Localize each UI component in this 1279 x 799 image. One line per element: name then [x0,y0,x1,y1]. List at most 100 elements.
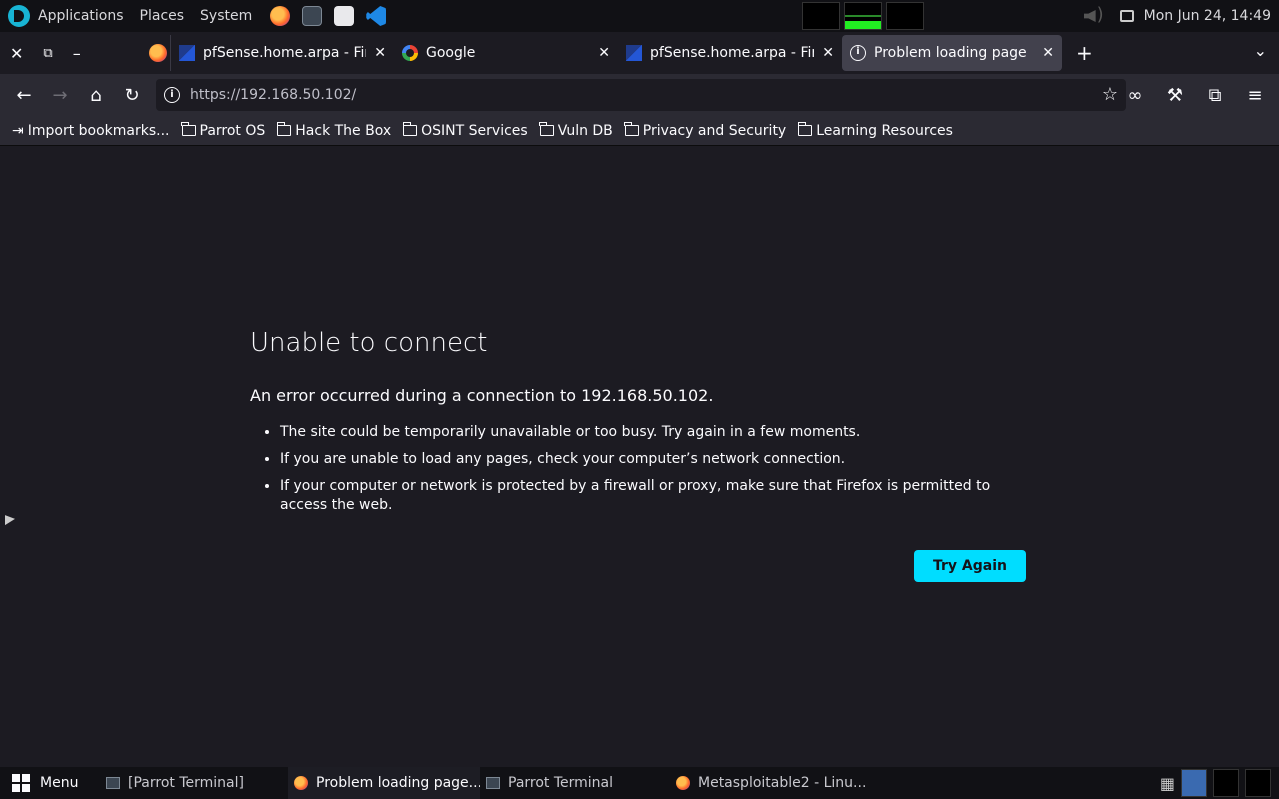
private-mask-icon[interactable]: ∞ [1117,79,1153,111]
terminal-icon [486,777,500,789]
minimize-window-icon[interactable]: – [73,44,81,63]
start-menu-button[interactable]: Menu [0,774,100,792]
close-tab-icon[interactable]: ✕ [1042,45,1054,61]
tab-bar: ✕ ⧉ – pfSense.home.arpa - Firef ✕ Google… [0,32,1279,74]
folder-icon [276,122,292,136]
app-menu-icon[interactable]: ≡ [1237,79,1273,111]
forward-button[interactable]: → [42,79,78,111]
taskbar-item-metasploitable[interactable]: Metasploitable2 - Linu... [670,767,870,799]
display-icon[interactable] [1119,10,1134,22]
folder-icon [624,122,639,136]
bookmark-folder-parrot-os[interactable]: Parrot OS [181,122,266,139]
home-button[interactable]: ⌂ [78,79,114,111]
mouse-cursor-icon [5,515,15,529]
workspace-2[interactable] [1213,769,1239,797]
bookmark-folder-privacy[interactable]: Privacy and Security [624,122,787,139]
suggestion-item: If you are unable to load any pages, che… [280,450,1026,469]
bookmark-label: Import bookmarks... [27,122,170,139]
pfsense-icon [626,45,642,61]
clock[interactable]: Mon Jun 24, 14:49 [1144,8,1271,24]
firefox-icon [294,776,308,790]
terminal-icon [106,777,120,789]
tab-pfsense-1[interactable]: pfSense.home.arpa - Firef ✕ [170,35,394,71]
try-again-button[interactable]: Try Again [914,550,1026,582]
taskbar-item-terminal-1[interactable]: [Parrot Terminal] [100,767,288,799]
bookmarks-toolbar: ⇥ Import bookmarks... Parrot OS Hack The … [0,116,1279,146]
error-description: An error occurred during a connection to… [250,386,714,405]
tab-title: Google [426,45,476,61]
error-suggestions: The site could be temporarily unavailabl… [250,423,1026,515]
google-icon [402,45,418,61]
reload-button[interactable]: ↻ [114,79,150,111]
tab-pfsense-2[interactable]: pfSense.home.arpa - Firef ✕ [618,35,842,71]
taskbar-item-firefox[interactable]: Problem loading page... [288,767,480,799]
page-content: Unable to connect An error occurred duri… [0,146,1279,767]
taskbar-item-label: Parrot Terminal [508,775,614,791]
parrot-logo-icon[interactable] [8,5,30,27]
taskbar-item-label: [Parrot Terminal] [128,775,244,791]
places-menu[interactable]: Places [140,8,185,24]
bookmark-label: Privacy and Security [642,122,787,139]
bookmark-label: Hack The Box [295,122,392,139]
tab-google[interactable]: Google ✕ [394,35,618,71]
folder-icon [797,122,813,136]
navigation-toolbar: ← → ⌂ ↻ i https://192.168.50.102/ ☆ ∞ ⚒ … [0,74,1279,116]
volume-icon[interactable] [1082,4,1110,26]
error-title: Unable to connect [250,328,488,358]
taskbar-item-terminal-2[interactable]: Parrot Terminal [480,767,670,799]
info-icon: i [850,45,866,61]
bookmark-label: OSINT Services [421,122,528,139]
import-icon: ⇥ [12,122,24,139]
close-window-icon[interactable]: ✕ [10,44,23,63]
memory-monitor [886,2,924,30]
bookmark-import[interactable]: ⇥ Import bookmarks... [12,123,170,139]
text-editor-launcher-icon[interactable] [334,6,355,26]
tab-title: Problem loading page [874,45,1027,61]
network-monitor [844,2,882,30]
restore-window-icon[interactable]: ⧉ [43,46,52,61]
tab-title: pfSense.home.arpa - Firef [650,45,815,61]
close-tab-icon[interactable]: ✕ [822,45,834,61]
vscode-launcher-icon[interactable] [366,6,387,26]
system-monitors [802,2,924,30]
taskbar-item-label: Problem loading page... [316,775,480,791]
extensions-icon[interactable]: ⧉ [1197,79,1233,111]
bookmark-label: Learning Resources [816,122,953,139]
bookmark-star-icon[interactable]: ☆ [1102,84,1118,105]
close-tab-icon[interactable]: ✕ [598,45,610,61]
tab-problem-loading[interactable]: i Problem loading page ✕ [842,35,1062,71]
workspace-1[interactable] [1181,769,1207,797]
list-all-tabs-icon[interactable]: ⌄ [1254,41,1267,60]
pfsense-icon [179,45,195,61]
tools-wrench-icon[interactable]: ⚒ [1157,79,1193,111]
folder-icon [181,122,196,136]
bookmark-folder-hack-the-box[interactable]: Hack The Box [276,122,392,139]
menu-grid-icon [12,774,30,792]
firefox-launcher-icon[interactable] [270,6,291,26]
site-info-icon[interactable]: i [164,87,180,103]
url-text[interactable]: https://192.168.50.102/ [190,87,356,103]
bookmark-label: Parrot OS [199,122,266,139]
system-top-bar: Applications Places System Mon Jun 24, 1… [0,0,1279,32]
close-tab-icon[interactable]: ✕ [374,45,386,61]
bookmark-folder-osint[interactable]: OSINT Services [402,122,528,139]
folder-icon [539,122,554,136]
bookmark-folder-vuln-db[interactable]: Vuln DB [539,122,613,139]
suggestion-item: The site could be temporarily unavailabl… [280,423,1026,442]
url-bar[interactable]: i https://192.168.50.102/ ☆ [156,79,1126,111]
back-button[interactable]: ← [6,79,42,111]
cpu-monitor [802,2,840,30]
workspace-3[interactable] [1245,769,1271,797]
suggestion-item: If your computer or network is protected… [280,477,1026,515]
error-panel: Unable to connect An error occurred duri… [250,328,1026,582]
system-menu[interactable]: System [200,8,252,24]
tab-title: pfSense.home.arpa - Firef [203,45,367,61]
folder-icon [402,122,418,136]
applications-menu[interactable]: Applications [38,8,124,24]
firefox-view-icon[interactable] [148,44,167,62]
terminal-launcher-icon[interactable] [302,6,323,26]
new-tab-button[interactable]: + [1076,41,1093,65]
bookmark-folder-learning[interactable]: Learning Resources [797,122,953,139]
firefox-icon [676,776,690,790]
workspace-icon[interactable]: ▦ [1160,774,1175,793]
